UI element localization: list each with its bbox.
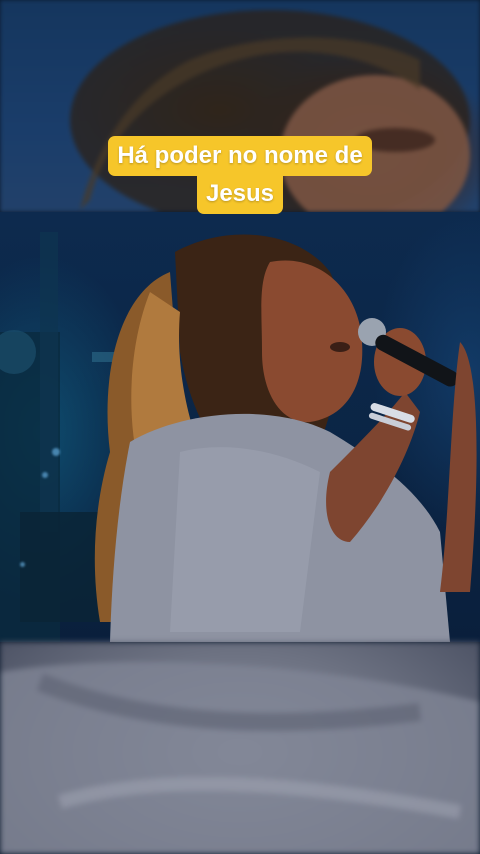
- stage-light-dot: [20, 562, 25, 567]
- stage-light-dot: [42, 472, 48, 478]
- singer-performance-scene: [0, 232, 477, 642]
- video-caption: Há poder no nome de Jesus: [0, 136, 480, 214]
- caption-line-2: Jesus: [196, 174, 284, 214]
- video-player[interactable]: [0, 212, 480, 642]
- caption-line-1: Há poder no nome de: [108, 136, 372, 176]
- video-frame[interactable]: Há poder no nome de Jesus: [0, 0, 480, 854]
- stage-light-dot: [52, 448, 60, 456]
- blurred-backdrop-bottom: [0, 642, 480, 854]
- shirt-closeup-blur: [0, 662, 480, 854]
